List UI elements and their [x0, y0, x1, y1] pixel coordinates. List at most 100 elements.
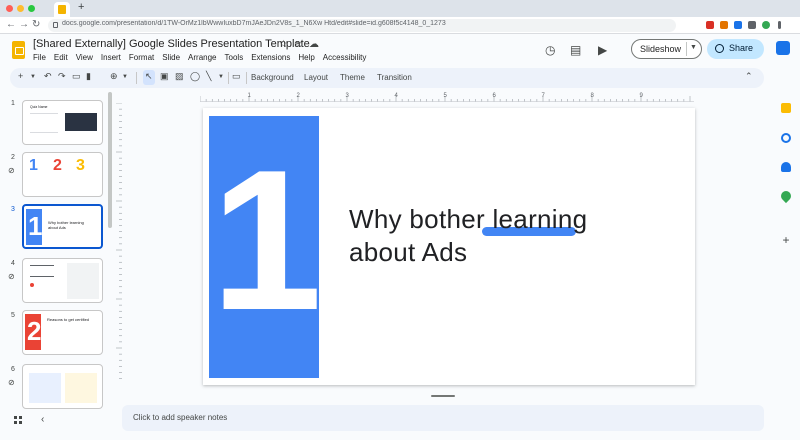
cloud-status-icon[interactable]: ☁ [309, 39, 319, 50]
browser-tab[interactable] [54, 2, 70, 17]
address-bar[interactable]: docs.google.com/presentation/d/1TW-OrMz1… [48, 19, 676, 32]
slide-number: 1 [11, 100, 15, 107]
slide-thumbnail-4[interactable] [22, 258, 103, 303]
layout-button[interactable]: Layout [304, 73, 328, 82]
chevron-down-icon[interactable]: ▼ [30, 74, 36, 80]
tasks-icon[interactable] [781, 133, 791, 143]
thumb-digit-2: 2 [53, 157, 62, 174]
menu-slide[interactable]: Slide [162, 53, 180, 62]
link-icon: ⊘ [8, 166, 15, 175]
slides-favicon-icon [58, 5, 66, 14]
toolbar-divider [228, 72, 229, 84]
slideshow-divider [686, 42, 687, 56]
menu-view[interactable]: View [76, 53, 93, 62]
version-history-icon[interactable]: ◷ [545, 43, 555, 57]
filmstrip-scrollbar[interactable] [108, 92, 112, 228]
zoom-icon[interactable]: ⊕ [110, 71, 118, 82]
thumb-card [65, 373, 97, 403]
slide-thumbnail-1[interactable]: Quiz Name [22, 100, 103, 145]
slide-thumbnail-5[interactable]: 2 Reasons to get certified [22, 310, 103, 355]
thumb-panel [67, 263, 99, 299]
meet-icon[interactable]: ▶ [598, 43, 607, 57]
new-slide-icon[interactable]: + [18, 71, 23, 81]
add-addon-icon[interactable]: + [781, 234, 791, 246]
menu-extensions[interactable]: Extensions [251, 53, 290, 62]
print-icon[interactable]: ▭ [72, 71, 81, 82]
browser-menu-icon[interactable] [778, 21, 781, 29]
slide-title[interactable]: Why bother learning about Ads [349, 203, 587, 269]
star-icon[interactable]: ☆ [279, 39, 288, 50]
maximize-window-button[interactable] [28, 5, 35, 12]
slide-thumbnail-6[interactable] [22, 364, 103, 409]
menu-accessibility[interactable]: Accessibility [323, 53, 367, 62]
speaker-notes-placeholder: Click to add speaker notes [133, 413, 228, 422]
theme-button[interactable]: Theme [340, 73, 365, 82]
back-button[interactable]: ← [6, 19, 16, 30]
speaker-notes[interactable]: Click to add speaker notes [122, 405, 764, 431]
slideshow-button[interactable]: Slideshow ▼ [631, 39, 702, 59]
thumb-image [65, 113, 97, 131]
menu-insert[interactable]: Insert [101, 53, 121, 62]
menu-tools[interactable]: Tools [225, 53, 244, 62]
comment-add-icon[interactable]: ▭ [232, 71, 241, 82]
select-cursor-icon[interactable]: ↖ [145, 71, 153, 82]
slide-thumbnail-3[interactable]: 1 Why bother learning about Ads [22, 204, 103, 249]
extensions-puzzle-icon[interactable] [748, 21, 756, 29]
background-button[interactable]: Background [251, 73, 294, 82]
contacts-icon[interactable] [781, 162, 791, 172]
keep-icon[interactable] [781, 103, 791, 113]
share-button[interactable]: Share [707, 39, 764, 59]
image-icon[interactable]: ▨ [175, 71, 184, 82]
side-panel [770, 92, 800, 440]
menu-bar: File Edit View Insert Format Slide Arran… [33, 53, 366, 62]
current-slide[interactable]: 1 Why bother learning about Ads [203, 108, 695, 385]
menu-edit[interactable]: Edit [54, 53, 68, 62]
transition-button[interactable]: Transition [377, 73, 412, 82]
grid-view-icon[interactable] [14, 416, 23, 425]
forward-button[interactable]: → [19, 19, 29, 30]
docs-header: [Shared Externally] Google Slides Presen… [0, 35, 800, 67]
slide-number: 3 [11, 206, 15, 213]
reload-button[interactable]: ↻ [32, 19, 40, 30]
vertical-ruler [116, 103, 122, 379]
undo-icon[interactable]: ↶ [44, 71, 52, 82]
move-folder-icon[interactable]: ▭ [294, 39, 303, 50]
extension-icon[interactable] [734, 21, 742, 29]
comments-icon[interactable]: ▤ [570, 43, 581, 57]
redo-icon[interactable]: ↷ [58, 71, 66, 82]
ruler-label: 8 [591, 93, 595, 99]
slide-thumbnail-2[interactable]: 1 2 3 [22, 152, 103, 197]
document-title[interactable]: [Shared Externally] Google Slides Presen… [33, 38, 310, 50]
account-avatar[interactable] [776, 41, 790, 55]
menu-help[interactable]: Help [298, 53, 314, 62]
thumb-digit-1: 1 [29, 157, 38, 174]
paint-format-icon[interactable]: ▮ [86, 71, 91, 82]
ruler-label: 7 [542, 93, 546, 99]
slides-logo-icon[interactable] [12, 41, 25, 59]
new-tab-button[interactable]: + [78, 1, 84, 13]
slide-number: 5 [11, 312, 15, 319]
extension-icon[interactable] [706, 21, 714, 29]
ruler-label: 5 [444, 93, 448, 99]
minimize-window-button[interactable] [17, 5, 24, 12]
menu-arrange[interactable]: Arrange [188, 53, 216, 62]
menu-format[interactable]: Format [129, 53, 154, 62]
slideshow-label: Slideshow [640, 44, 682, 54]
menu-file[interactable]: File [33, 53, 46, 62]
ruler-label: 9 [640, 93, 644, 99]
chevron-up-icon[interactable]: ⌃ [745, 71, 753, 82]
chevron-down-icon[interactable]: ▼ [218, 74, 224, 80]
chevron-down-icon[interactable]: ▼ [122, 74, 128, 80]
link-icon: ⊘ [8, 378, 15, 387]
shape-icon[interactable]: ◯ [190, 71, 200, 82]
thumb-digit: 1 [28, 211, 43, 241]
slide-number: 4 [11, 260, 15, 267]
line-icon[interactable]: ╲ [206, 71, 211, 82]
collapse-filmstrip-icon[interactable]: ‹ [41, 414, 44, 425]
chevron-down-icon[interactable]: ▼ [690, 44, 697, 51]
close-window-button[interactable] [6, 5, 13, 12]
profile-icon[interactable] [762, 21, 770, 29]
extension-icon[interactable] [720, 21, 728, 29]
textbox-icon[interactable]: ▣ [160, 71, 169, 82]
notes-resize-handle[interactable] [431, 395, 455, 397]
